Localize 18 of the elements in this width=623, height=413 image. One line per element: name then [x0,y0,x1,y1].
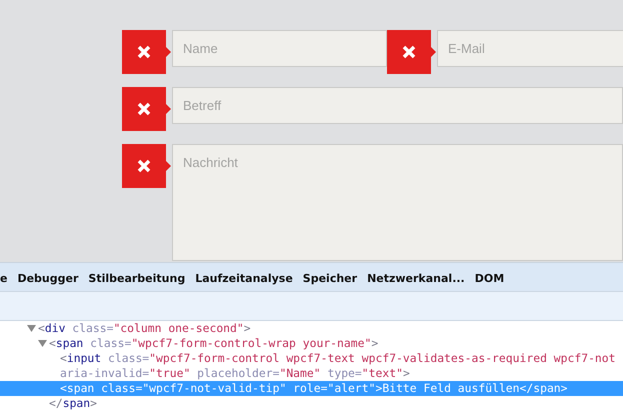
expand-triangle-icon[interactable] [38,340,47,347]
devtools-tab[interactable]: Stilbearbeitung [88,270,186,287]
code-line[interactable]: aria-invalid="true" placeholder="Name" type="text"> [0,366,623,381]
code-line[interactable]: <input class="wpcf7-form-control wpcf7-text wpcf7-validates-as-required wpcf7-not [0,351,623,366]
input-field[interactable]: Betreff [172,87,623,124]
devtools-tab[interactable]: DOM [474,270,504,287]
code-line[interactable]: <div class="column one-second"> [0,321,623,336]
devtools-tab[interactable]: Netzwerkanal... [367,270,465,287]
devtools-tab[interactable]: Laufzeitanalyse [195,270,293,287]
input-field[interactable]: E-Mail [437,30,623,67]
message-field[interactable]: Nachricht [172,144,623,261]
code-line[interactable]: <span class="wpcf7-form-control-wrap your-name"> [0,336,623,351]
devtools-tab[interactable]: Speicher [302,270,358,287]
code-line[interactable]: </span> [0,396,623,411]
devtools-tab[interactable]: Debugger [17,270,78,287]
expand-triangle-icon[interactable] [27,325,36,332]
input-field[interactable]: Name [172,30,387,67]
devtools-tab[interactable]: e [0,270,8,287]
